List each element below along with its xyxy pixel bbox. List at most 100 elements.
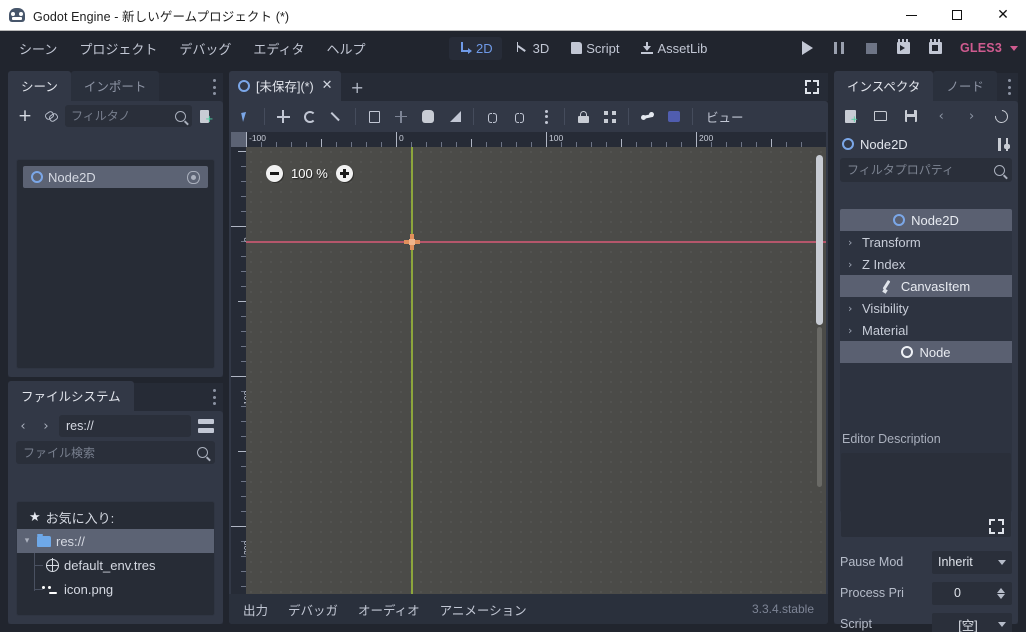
- group-button[interactable]: [597, 104, 623, 129]
- rotate-mode-button[interactable]: [297, 104, 323, 129]
- category-label: Node2D: [911, 212, 959, 228]
- zoom-out-icon[interactable]: [266, 165, 283, 182]
- property-section-transform[interactable]: › Transform: [840, 231, 1012, 253]
- select-mode-button[interactable]: [233, 104, 259, 129]
- history-back-button[interactable]: ‹: [930, 105, 952, 127]
- add-scene-tab-button[interactable]: +: [341, 77, 374, 101]
- current-path-field[interactable]: res://: [59, 415, 191, 437]
- pan-mode-button[interactable]: [415, 104, 441, 129]
- smart-snap-button[interactable]: [479, 104, 505, 129]
- rotate-icon: [304, 110, 316, 123]
- filesystem-search-input[interactable]: [23, 445, 193, 460]
- zoom-in-icon[interactable]: [335, 165, 353, 182]
- split-mode-button[interactable]: [194, 414, 218, 438]
- kebab-menu-icon[interactable]: [1007, 79, 1011, 95]
- tab-import[interactable]: インポート: [70, 71, 160, 101]
- lock-button[interactable]: [570, 104, 596, 129]
- field-label: Process Pri: [840, 586, 904, 600]
- property-category-node2d[interactable]: Node2D: [840, 209, 1012, 231]
- tab-filesystem[interactable]: ファイルシステム: [8, 381, 134, 411]
- tools-icon[interactable]: [997, 137, 1010, 151]
- mode-script-button[interactable]: Script: [562, 37, 628, 60]
- stop-button[interactable]: [856, 35, 886, 61]
- play-button[interactable]: [792, 35, 822, 61]
- play-scene-button[interactable]: [888, 35, 918, 61]
- bottom-tab-output[interactable]: 出力: [235, 596, 276, 623]
- canvas-vertical-scrollbar-track[interactable]: [817, 327, 822, 487]
- property-category-node[interactable]: Node: [840, 341, 1012, 363]
- filesystem-row-default-env[interactable]: default_env.tres: [17, 553, 214, 577]
- save-resource-button[interactable]: [900, 105, 922, 127]
- inspector-filter-input[interactable]: [847, 163, 990, 177]
- pivot-mode-button[interactable]: [388, 104, 414, 129]
- nav-forward-button[interactable]: ›: [36, 415, 56, 437]
- close-icon[interactable]: ✕: [980, 0, 1026, 30]
- snap-options-button[interactable]: [533, 104, 559, 129]
- x-axis-line: [246, 241, 826, 243]
- pause-button[interactable]: [824, 35, 854, 61]
- expand-icon[interactable]: [989, 519, 1004, 534]
- tab-node[interactable]: ノード: [933, 71, 997, 101]
- bottom-tab-debugger[interactable]: デバッガ: [280, 596, 346, 623]
- mode-2d-button[interactable]: 2D: [449, 36, 502, 60]
- view-menu-button[interactable]: ビュー: [698, 103, 752, 130]
- menu-help[interactable]: ヘルプ: [316, 35, 375, 62]
- list-select-button[interactable]: [361, 104, 387, 129]
- script-dropdown[interactable]: [空]: [932, 612, 1012, 632]
- mask-button[interactable]: [661, 104, 687, 129]
- tab-scene[interactable]: シーン: [8, 71, 71, 101]
- filesystem-row-icon-png[interactable]: icon.png: [17, 577, 214, 601]
- scene-filter-input[interactable]: [71, 109, 171, 123]
- menu-editor[interactable]: エディタ: [243, 35, 314, 62]
- instance-scene-button[interactable]: [39, 104, 63, 128]
- attach-script-button[interactable]: +: [194, 104, 218, 128]
- property-section-zindex[interactable]: › Z Index: [840, 253, 1012, 275]
- editor-description-field[interactable]: [841, 453, 1011, 537]
- property-category-canvasitem[interactable]: CanvasItem: [840, 275, 1012, 297]
- origin-gizmo-icon[interactable]: [404, 234, 420, 250]
- scene-filter-box[interactable]: [65, 105, 192, 127]
- inspector-filter-box[interactable]: [840, 158, 1012, 182]
- node2d-icon: [31, 171, 43, 183]
- kebab-menu-icon[interactable]: [212, 79, 216, 95]
- spinner-arrows-icon[interactable]: [997, 587, 1006, 600]
- close-icon[interactable]: ✕: [322, 78, 333, 93]
- nav-back-button[interactable]: ‹: [13, 415, 33, 437]
- mode-assetlib-button[interactable]: AssetLib: [632, 37, 716, 60]
- grid-snap-button[interactable]: [506, 104, 532, 129]
- property-section-material[interactable]: › Material: [840, 319, 1012, 341]
- menu-scene[interactable]: シーン: [9, 35, 67, 62]
- chevron-down-icon[interactable]: ▾: [22, 536, 32, 546]
- history-button[interactable]: [991, 105, 1013, 127]
- filesystem-search-box[interactable]: [16, 441, 215, 464]
- canvas-2d-surface[interactable]: 100 %: [246, 147, 826, 622]
- property-section-visibility[interactable]: › Visibility: [840, 297, 1012, 319]
- bottom-tab-animation[interactable]: アニメーション: [432, 596, 535, 623]
- distraction-free-icon[interactable]: [805, 80, 819, 94]
- ruler-mode-button[interactable]: [442, 104, 468, 129]
- process-priority-spinbox[interactable]: 0: [932, 581, 1012, 605]
- filesystem-row-res[interactable]: ▾ res://: [17, 529, 214, 553]
- eye-icon[interactable]: [187, 170, 200, 184]
- skeleton-button[interactable]: [634, 104, 660, 129]
- move-mode-button[interactable]: [270, 104, 296, 129]
- scene-tab-unsaved[interactable]: [未保存](*) ✕: [229, 71, 341, 101]
- pause-mode-dropdown[interactable]: Inherit: [932, 550, 1012, 574]
- bottom-tab-audio[interactable]: オーディオ: [350, 596, 428, 623]
- menu-project[interactable]: プロジェクト: [69, 35, 167, 62]
- new-resource-button[interactable]: +: [839, 105, 861, 127]
- play-custom-scene-button[interactable]: [920, 35, 950, 61]
- open-resource-button[interactable]: [869, 105, 891, 127]
- maximize-icon[interactable]: [934, 0, 980, 30]
- add-node-button[interactable]: +: [13, 104, 37, 128]
- scale-mode-button[interactable]: [324, 104, 350, 129]
- mode-3d-button[interactable]: 3D: [506, 37, 559, 60]
- tab-inspector[interactable]: インスペクタ: [834, 71, 934, 101]
- scene-tree-row-node2d[interactable]: Node2D: [23, 166, 208, 188]
- renderer-selector[interactable]: GLES3: [952, 37, 1018, 59]
- minimize-icon[interactable]: [888, 0, 934, 30]
- history-forward-button[interactable]: ›: [961, 105, 983, 127]
- menu-debug[interactable]: デバッグ: [169, 35, 241, 62]
- kebab-menu-icon[interactable]: [212, 389, 216, 405]
- canvas-vertical-scrollbar[interactable]: [816, 155, 823, 325]
